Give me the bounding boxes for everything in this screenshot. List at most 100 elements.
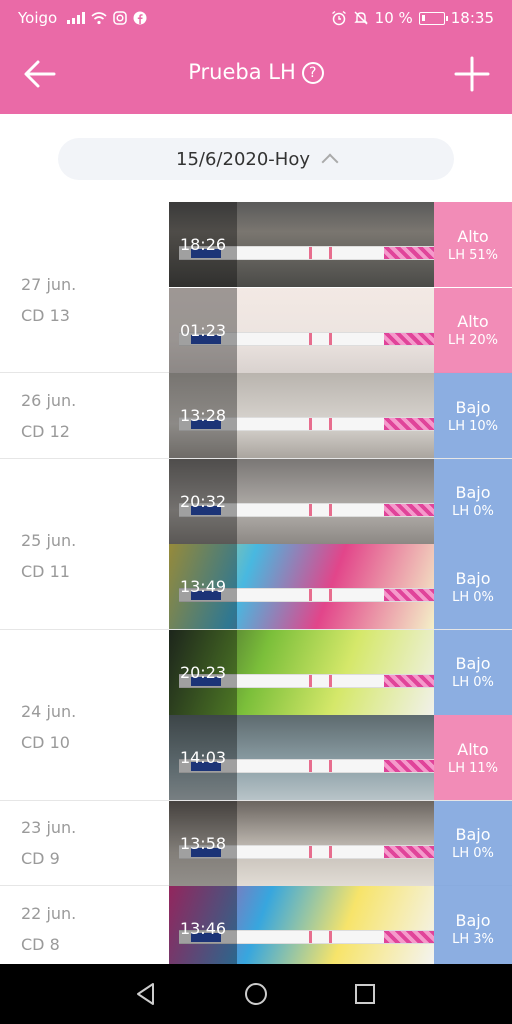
result-level: Alto [457, 739, 489, 759]
alarm-icon [331, 10, 346, 26]
result-level: Bajo [455, 654, 491, 673]
test-time: 01:23 [179, 320, 227, 340]
strip-test-line [309, 931, 312, 943]
strip-control-line [329, 760, 332, 772]
day-date: 25 jun. [21, 531, 77, 550]
recents-square-icon[interactable] [350, 979, 380, 1009]
test-entry[interactable]: 13:49 Bajo LH 0% [169, 544, 512, 629]
facebook-icon [133, 11, 147, 25]
test-time: 20:23 [179, 662, 227, 682]
test-entry[interactable]: 13:28 Bajo LH 10% [169, 373, 512, 458]
cycle-day: CD 8 [21, 934, 60, 954]
strip-control-line [329, 931, 332, 943]
result-lh-percent: LH 3% [452, 931, 494, 947]
strip-control-line [329, 418, 332, 430]
result-badge: Bajo LH 0% [434, 800, 512, 886]
app-header-bar: Yoigo 10 % 18:35 Prueba LH? [0, 0, 512, 114]
strip-test-line [309, 589, 312, 601]
test-entry[interactable]: 14:03 Alto LH 11% [169, 715, 512, 800]
result-badge: Bajo LH 10% [434, 373, 512, 458]
day-group: 23 jun. CD 9 13:58 Bajo LH 0% [0, 800, 512, 886]
result-level: Alto [457, 226, 489, 246]
test-time: 18:26 [179, 235, 227, 254]
day-label: 23 jun. CD 9 [21, 812, 161, 874]
result-badge: Alto LH 51% [434, 202, 512, 287]
day-date: 23 jun. [21, 818, 77, 838]
result-level: Bajo [455, 910, 491, 930]
cycle-day: CD 10 [21, 733, 70, 752]
chevron-up-icon [321, 153, 339, 171]
page-title: Prueba LH [188, 60, 296, 84]
test-time: 13:28 [179, 406, 227, 425]
app-root: Yoigo 10 % 18:35 Prueba LH? 15/6/2020-Ho… [0, 0, 512, 1024]
result-badge: Bajo LH 3% [434, 886, 512, 964]
result-lh-percent: LH 11% [447, 760, 499, 776]
home-circle-icon[interactable] [241, 979, 271, 1009]
strip-handle [384, 845, 434, 858]
instagram-icon [113, 11, 127, 25]
test-entry[interactable]: 20:23 Bajo LH 0% [169, 629, 512, 715]
day-label: 27 jun. CD 13 [21, 269, 161, 331]
strip-control-line [329, 247, 332, 259]
result-lh-percent: LH 0% [452, 504, 494, 519]
test-entry[interactable]: 01:23 Alto LH 20% [169, 287, 512, 373]
status-bar: Yoigo 10 % 18:35 [0, 0, 512, 36]
clock-time: 18:35 [450, 9, 494, 27]
strip-test-line [309, 674, 312, 687]
day-group: 27 jun. CD 13 18:26 Alto LH 51% 01:23 Alto LH 2… [0, 202, 512, 373]
result-level: Bajo [455, 483, 491, 502]
system-nav-bar [0, 964, 512, 1024]
result-lh-percent: LH 51% [447, 247, 499, 263]
strip-control-line [329, 503, 332, 516]
strip-handle [384, 674, 434, 687]
battery-percent: 10 % [374, 9, 413, 27]
page-title-wrap: Prueba LH? [0, 60, 512, 84]
test-entry[interactable]: 13:58 Bajo LH 0% [169, 800, 512, 886]
day-group: 25 jun. CD 11 20:32 Bajo LH 0% 13:49 Bajo LH 0% [0, 458, 512, 630]
cycle-day: CD 13 [21, 305, 70, 325]
day-date: 26 jun. [21, 390, 77, 410]
day-date: 22 jun. [21, 903, 77, 923]
day-label: 25 jun. CD 11 [21, 525, 161, 587]
test-entry[interactable]: 13:46 Bajo LH 3% [169, 886, 512, 964]
strip-handle [384, 418, 434, 430]
result-badge: Alto LH 11% [434, 715, 512, 800]
cycle-day: CD 11 [21, 562, 70, 581]
day-group: 24 jun. CD 10 20:23 Bajo LH 0% 14:03 Alto LH 11… [0, 629, 512, 801]
result-badge: Alto LH 20% [434, 287, 512, 373]
strip-test-line [309, 845, 312, 858]
test-time: 14:03 [179, 748, 227, 767]
test-entry[interactable]: 18:26 Alto LH 51% [169, 202, 512, 287]
cycle-day: CD 12 [21, 421, 70, 441]
strip-test-line [309, 503, 312, 516]
date-range-label: 15/6/2020-Hoy [176, 148, 310, 170]
help-icon[interactable]: ? [301, 62, 324, 84]
strip-test-line [309, 760, 312, 772]
signal-icon [67, 12, 86, 24]
add-test-button[interactable] [450, 52, 494, 96]
strip-control-line [329, 332, 332, 345]
test-time: 20:32 [179, 491, 227, 511]
result-lh-percent: LH 0% [452, 846, 494, 861]
day-label: 24 jun. CD 10 [21, 696, 161, 758]
strip-test-line [309, 247, 312, 259]
test-time: 13:49 [179, 577, 227, 596]
result-lh-percent: LH 0% [452, 589, 494, 605]
strip-handle [384, 589, 434, 601]
day-group: 26 jun. CD 12 13:28 Bajo LH 10% [0, 373, 512, 459]
result-level: Bajo [455, 568, 491, 588]
back-triangle-icon[interactable] [131, 979, 161, 1009]
result-level: Bajo [455, 397, 491, 417]
test-time: 13:46 [179, 919, 227, 938]
test-history-list: 27 jun. CD 13 18:26 Alto LH 51% 01:23 Alto LH 2… [0, 202, 512, 964]
strip-handle [384, 760, 434, 772]
strip-control-line [329, 845, 332, 858]
result-level: Alto [457, 312, 489, 331]
strip-handle [384, 332, 434, 345]
test-entry[interactable]: 20:32 Bajo LH 0% [169, 458, 512, 544]
date-range-selector[interactable]: 15/6/2020-Hoy [58, 138, 454, 180]
result-lh-percent: LH 0% [452, 675, 494, 690]
strip-handle [384, 931, 434, 943]
strip-test-line [309, 332, 312, 345]
strip-test-line [309, 418, 312, 430]
